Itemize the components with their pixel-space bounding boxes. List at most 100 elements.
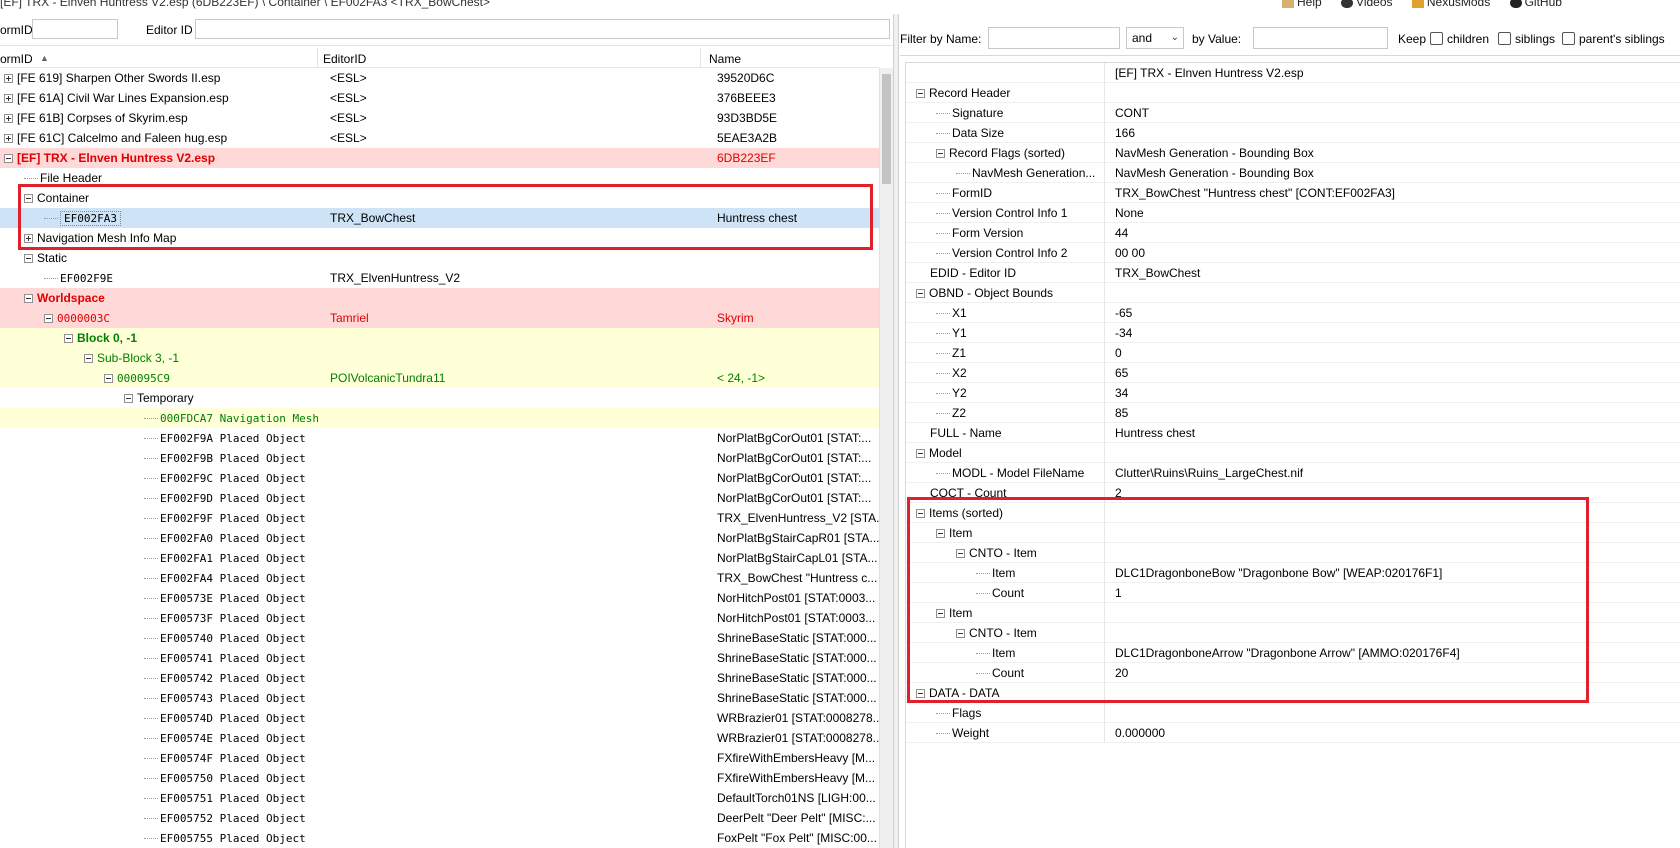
collapse-icon[interactable] [936,149,945,159]
tree-row[interactable]: EF002F9C Placed Object NorPlatBgCorOut01 … [0,468,879,488]
tree-row[interactable]: Sub-Block 3, -1 [0,348,879,368]
tree-row[interactable]: EF00574F Placed Object FXfireWithEmbersHe… [0,748,879,768]
tree-row[interactable]: EF005750 Placed Object FXfireWithEmbersHe… [0,768,879,788]
field-value-cell[interactable]: Huntress chest [1104,423,1680,443]
record-field-row[interactable]: Version Control Info 2 00 00 [906,243,1680,263]
tree-row[interactable]: EF00573F Placed Object NorHitchPost01 [ST… [0,608,879,628]
filter-operator-select[interactable]: and ⌄ [1126,27,1184,49]
expand-icon[interactable] [4,114,13,124]
tree-row[interactable]: EF002FA0 Placed Object NorPlatBgStairCapR… [0,528,879,548]
record-field-row[interactable]: Signature CONT [906,103,1680,123]
field-value-cell[interactable]: 44 [1104,223,1680,243]
collapse-icon[interactable] [956,629,965,639]
tree-row[interactable]: EF002F9A Placed Object NorPlatBgCorOut01 … [0,428,879,448]
tree-row[interactable]: Worldspace [0,288,879,308]
collapse-icon[interactable] [44,314,53,324]
tree-row[interactable]: EF002FA4 Placed Object TRX_BowChest "Hunt… [0,568,879,588]
tree-row[interactable]: EF005751 Placed Object DefaultTorch01NS [… [0,788,879,808]
record-field-row[interactable]: [EF] TRX - Elnven Huntress V2.esp [906,63,1680,83]
record-field-row[interactable]: Item [906,523,1680,543]
collapse-icon[interactable] [24,254,33,264]
collapse-icon[interactable] [956,549,965,559]
formid-filter-input[interactable] [32,19,118,39]
field-value-cell[interactable]: TRX_BowChest "Huntress chest" [CONT:EF00… [1104,183,1680,203]
tree-row[interactable]: 000095C9 POIVolcanicTundra11 < 24, -1> [0,368,879,388]
collapse-icon[interactable] [916,89,925,99]
record-field-row[interactable]: Model [906,443,1680,463]
collapse-icon[interactable] [936,529,945,539]
record-field-row[interactable]: DATA - DATA [906,683,1680,703]
field-value-cell[interactable]: CONT [1104,103,1680,123]
tree-row[interactable]: Container [0,188,879,208]
tree-row[interactable]: EF002FA3 TRX_BowChest Huntress chest [0,208,879,228]
editorid-filter-input[interactable] [195,19,890,39]
record-field-row[interactable]: Y2 34 [906,383,1680,403]
col-formid[interactable]: ormID [0,52,33,66]
record-field-row[interactable]: Data Size 166 [906,123,1680,143]
collapse-icon[interactable] [84,354,93,364]
keep-parents-siblings-checkbox[interactable] [1562,32,1575,45]
collapse-icon[interactable] [124,394,133,404]
record-view[interactable]: [EF] TRX - Elnven Huntress V2.esp Record … [905,62,1680,848]
record-field-row[interactable]: Item DLC1DragonboneBow "Dragonbone Bow" [… [906,563,1680,583]
scrollbar-thumb[interactable] [882,74,891,184]
tree-row[interactable]: EF002F9B Placed Object NorPlatBgCorOut01 … [0,448,879,468]
record-field-row[interactable]: Form Version 44 [906,223,1680,243]
tree-row[interactable]: [EF] TRX - Elnven Huntress V2.esp 6DB223E… [0,148,879,168]
collapse-icon[interactable] [104,374,113,384]
tree-row[interactable]: EF00574D Placed Object WRBrazier01 [STAT:… [0,708,879,728]
collapse-icon[interactable] [916,449,925,459]
field-value-cell[interactable]: TRX_BowChest [1104,263,1680,283]
tree-row[interactable]: EF00574E Placed Object WRBrazier01 [STAT:… [0,728,879,748]
field-value-cell[interactable]: NavMesh Generation - Bounding Box [1104,143,1680,163]
record-field-row[interactable]: Record Flags (sorted) NavMesh Generation … [906,143,1680,163]
tree-row[interactable]: EF005743 Placed Object ShrineBaseStatic [… [0,688,879,708]
record-field-row[interactable]: Z2 85 [906,403,1680,423]
tree-row[interactable]: [FE 61C] Calcelmo and Faleen hug.esp <ESL… [0,128,879,148]
record-field-row[interactable]: Items (sorted) [906,503,1680,523]
keep-children-checkbox[interactable] [1430,32,1443,45]
record-field-row[interactable]: Count 20 [906,663,1680,683]
record-field-row[interactable]: Z1 0 [906,343,1680,363]
expand-icon[interactable] [4,134,13,144]
field-value-cell[interactable]: NavMesh Generation - Bounding Box [1104,163,1680,183]
record-field-row[interactable]: MODL - Model FileName Clutter\Ruins\Ruins… [906,463,1680,483]
tree-row[interactable]: 0000003C Tamriel Skyrim [0,308,879,328]
expand-icon[interactable] [4,74,13,84]
field-value-cell[interactable]: 85 [1104,403,1680,423]
tree-row[interactable]: EF002F9F Placed Object TRX_ElvenHuntress_… [0,508,879,528]
col-name[interactable]: Name [709,52,741,66]
record-field-row[interactable]: CNTO - Item [906,623,1680,643]
field-value-cell[interactable]: 00 00 [1104,243,1680,263]
field-value-cell[interactable] [1104,683,1680,703]
pane-splitter[interactable] [893,14,899,848]
tree-row[interactable]: [FE 61A] Civil War Lines Expansion.esp <E… [0,88,879,108]
record-field-row[interactable]: Item [906,603,1680,623]
field-value-cell[interactable]: 0 [1104,343,1680,363]
tree-row[interactable]: EF002FA1 Placed Object NorPlatBgStairCapL… [0,548,879,568]
field-value-cell[interactable] [1104,503,1680,523]
keep-siblings-checkbox[interactable] [1498,32,1511,45]
tree-row[interactable]: EF005752 Placed Object DeerPelt "Deer Pel… [0,808,879,828]
record-field-row[interactable]: Count 1 [906,583,1680,603]
field-value-cell[interactable]: 20 [1104,663,1680,683]
record-field-row[interactable]: FormID TRX_BowChest "Huntress chest" [CON… [906,183,1680,203]
field-value-cell[interactable]: 1 [1104,583,1680,603]
field-value-cell[interactable]: None [1104,203,1680,223]
field-value-cell[interactable]: [EF] TRX - Elnven Huntress V2.esp [1104,63,1680,83]
collapse-icon[interactable] [4,154,13,164]
col-editorid[interactable]: EditorID [323,52,366,66]
tree-row[interactable]: EF005742 Placed Object ShrineBaseStatic [… [0,668,879,688]
record-field-row[interactable]: OBND - Object Bounds [906,283,1680,303]
tree-row[interactable]: EF005755 Placed Object FoxPelt "Fox Pelt"… [0,828,879,848]
record-field-row[interactable]: NavMesh Generation... NavMesh Generation … [906,163,1680,183]
field-value-cell[interactable]: DLC1DragonboneArrow "Dragonbone Arrow" [… [1104,643,1680,663]
record-field-row[interactable]: Flags [906,703,1680,723]
expand-icon[interactable] [24,234,33,244]
tree-row[interactable]: EF002F9D Placed Object NorPlatBgCorOut01 … [0,488,879,508]
field-value-cell[interactable] [1104,523,1680,543]
field-value-cell[interactable]: Clutter\Ruins\Ruins_LargeChest.nif [1104,463,1680,483]
field-value-cell[interactable] [1104,283,1680,303]
filter-name-input[interactable] [988,27,1120,49]
record-field-row[interactable]: CNTO - Item [906,543,1680,563]
